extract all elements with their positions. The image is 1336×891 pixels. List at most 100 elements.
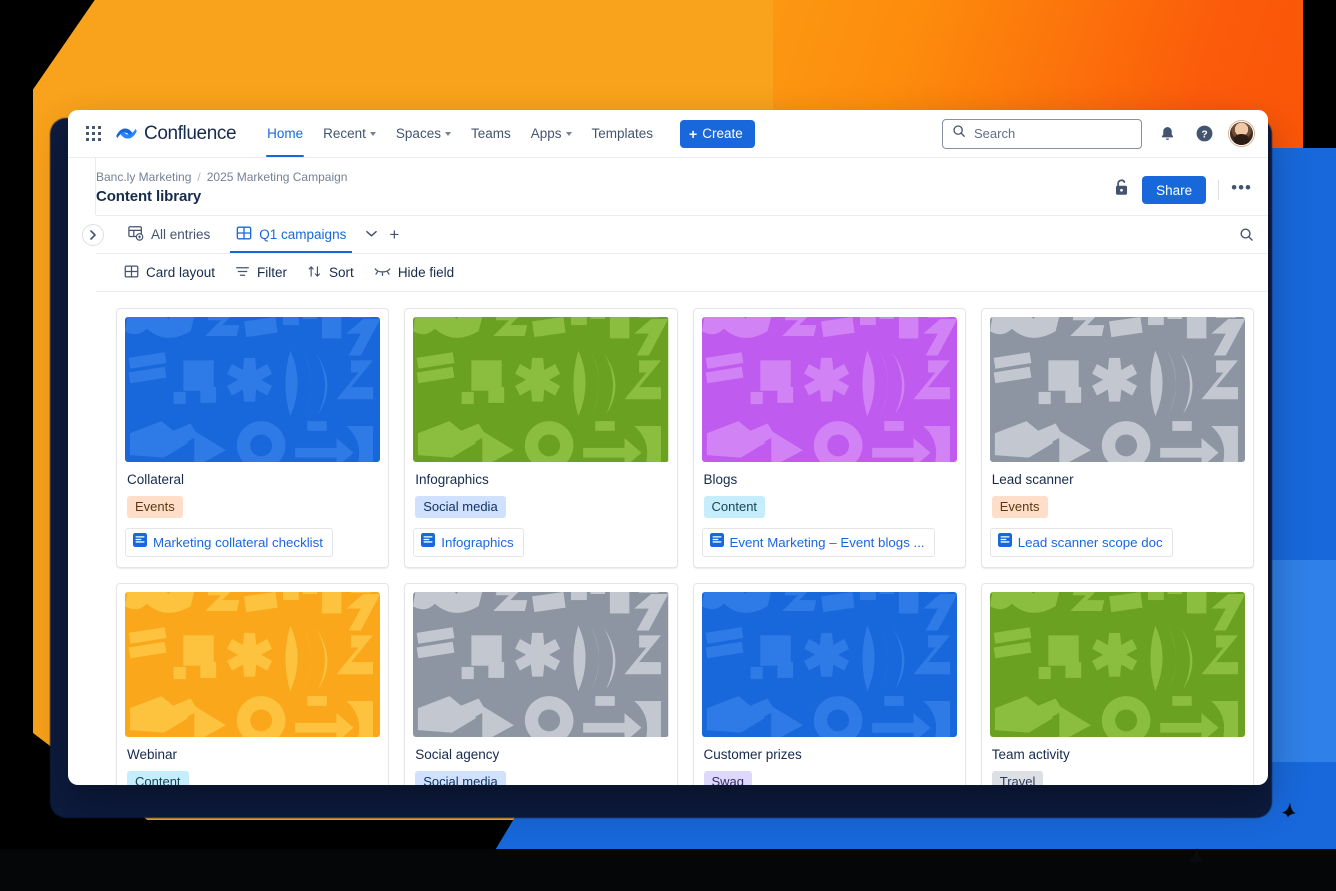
entry-card[interactable]: Social agency Social media Project poste… [404, 583, 678, 785]
nav-item-apps[interactable]: Apps [522, 110, 581, 157]
entry-card[interactable]: Customer prizes Swag Prizes for inbound … [692, 583, 966, 785]
card-cover-image [413, 317, 669, 462]
nav-item-teams[interactable]: Teams [462, 110, 520, 157]
card-tag: Content [127, 771, 189, 785]
nav-item-label: Spaces [395, 126, 441, 141]
tool-label: Hide field [397, 265, 455, 280]
card-document-link[interactable]: Marketing collateral checklist [125, 528, 333, 558]
all-entries-icon [128, 225, 144, 244]
page-header: Banc.ly Marketing / 2025 Marketing Campa… [68, 158, 1268, 246]
chevron-down-icon [369, 132, 376, 136]
entry-card[interactable]: Infographics Social media Infographics [404, 308, 678, 569]
global-navigation-bar: Confluence Home Recent Spaces Teams Apps [68, 110, 1268, 158]
plus-icon: + [689, 125, 698, 142]
card-title: Collateral [127, 472, 185, 487]
card-document-link[interactable]: Event Marketing – Event blogs ... [701, 528, 935, 558]
grid-icon [124, 264, 139, 282]
tool-label: Filter [257, 265, 288, 280]
add-view-button[interactable]: + [379, 226, 409, 243]
primary-nav: Home Recent Spaces Teams Apps Templates [258, 110, 662, 157]
help-icon[interactable]: ? [1192, 122, 1216, 146]
sidebar-collapsed-rail [68, 158, 96, 215]
app-switcher-icon[interactable] [80, 121, 106, 147]
card-document-link-label: Marketing collateral checklist [153, 535, 323, 551]
breadcrumb-item-parent[interactable]: 2025 Marketing Campaign [207, 170, 348, 184]
page-document-icon [421, 533, 436, 552]
table-icon [236, 225, 252, 244]
page-document-icon [997, 533, 1012, 552]
card-cover-image [701, 317, 957, 462]
confluence-logo-home-link[interactable]: Confluence [116, 122, 237, 145]
search-box[interactable] [942, 118, 1142, 149]
user-avatar[interactable] [1229, 121, 1254, 146]
card-tag: Travel [991, 771, 1044, 785]
nav-item-label: Recent [323, 126, 366, 141]
nav-item-spaces[interactable]: Spaces [387, 110, 460, 157]
tab-label: Q1 campaigns [259, 227, 347, 242]
nav-item-templates[interactable]: Templates [583, 110, 663, 157]
entry-card[interactable]: Blogs Content Event Marketing – Event bl… [692, 308, 966, 569]
card-cover-image [125, 317, 381, 462]
restrictions-lock-icon[interactable] [1113, 178, 1130, 202]
search-input[interactable] [974, 126, 1132, 141]
card-document-link[interactable]: Infographics [413, 528, 524, 558]
card-cover-image [701, 592, 957, 738]
sparkle-icon [1275, 800, 1305, 830]
create-button[interactable]: + Create [680, 119, 755, 148]
card-title: Social agency [415, 747, 500, 763]
nav-item-label: Home [267, 126, 304, 141]
entry-card[interactable]: Team activity Travel Team togetherness +… [980, 583, 1254, 785]
hide-field-button[interactable]: Hide field [366, 261, 462, 285]
card-tag: Swag [703, 771, 753, 785]
notifications-bell-icon[interactable] [1155, 122, 1179, 146]
card-document-link[interactable]: Lead scanner scope doc [989, 528, 1173, 558]
card-tag: Social media [415, 771, 506, 785]
card-tag: Events [991, 496, 1048, 519]
page-header-text: Banc.ly Marketing / 2025 Marketing Campa… [96, 170, 347, 205]
confluence-logo-icon [116, 123, 137, 144]
card-title: Webinar [127, 747, 178, 763]
card-title: Blogs [703, 472, 738, 487]
nav-item-home[interactable]: Home [258, 110, 312, 157]
tab-menu-chevron-down-icon[interactable] [366, 230, 378, 240]
chevron-down-icon [444, 132, 451, 136]
expand-sidebar-button[interactable] [82, 224, 104, 246]
filter-button[interactable]: Filter [227, 260, 295, 286]
tab-q1-campaigns[interactable]: Q1 campaigns [224, 216, 358, 253]
card-layout-button[interactable]: Card layout [116, 260, 223, 286]
tab-label: All entries [151, 227, 211, 242]
divider [1218, 180, 1220, 200]
breadcrumb-item-space[interactable]: Banc.ly Marketing [96, 170, 191, 184]
nav-item-label: Teams [470, 126, 511, 141]
card-grid: Collateral Events Marketing collateral c… [96, 292, 1268, 785]
brand-name: Confluence [144, 122, 237, 144]
card-cover-image [989, 592, 1245, 738]
card-title: Customer prizes [703, 747, 802, 763]
card-title: Team activity [991, 747, 1070, 763]
entry-card[interactable]: Webinar Content FY23 Webinar and Demos [116, 583, 390, 785]
confluence-app-window: Confluence Home Recent Spaces Teams Apps [68, 110, 1268, 785]
card-title: Infographics [415, 472, 489, 487]
card-cover-image [989, 317, 1245, 462]
nav-item-label: Templates [591, 126, 654, 141]
svg-text:?: ? [1201, 129, 1207, 140]
database-search-icon[interactable] [1239, 227, 1254, 242]
entry-card[interactable]: Collateral Events Marketing collateral c… [116, 308, 390, 569]
breadcrumb: Banc.ly Marketing / 2025 Marketing Campa… [96, 170, 347, 184]
database-tab-bar: All entries Q1 campaigns + [96, 216, 1268, 254]
card-cover-image [125, 592, 381, 738]
card-document-link-label: Lead scanner scope doc [1017, 535, 1163, 551]
hide-field-icon [374, 265, 391, 281]
card-tag: Social media [415, 496, 506, 519]
entry-card[interactable]: Lead scanner Events Lead scanner scope d… [980, 308, 1254, 569]
tool-label: Card layout [146, 265, 216, 280]
page-title: Content library [96, 188, 202, 205]
nav-item-recent[interactable]: Recent [314, 110, 385, 157]
share-button[interactable]: Share [1142, 176, 1207, 204]
create-button-label: Create [702, 126, 743, 141]
tab-all-entries[interactable]: All entries [116, 216, 222, 253]
sort-button[interactable]: Sort [299, 260, 362, 286]
more-actions-icon[interactable]: ••• [1231, 179, 1252, 202]
filter-icon [235, 264, 250, 282]
background-dark-strip [0, 849, 1336, 891]
